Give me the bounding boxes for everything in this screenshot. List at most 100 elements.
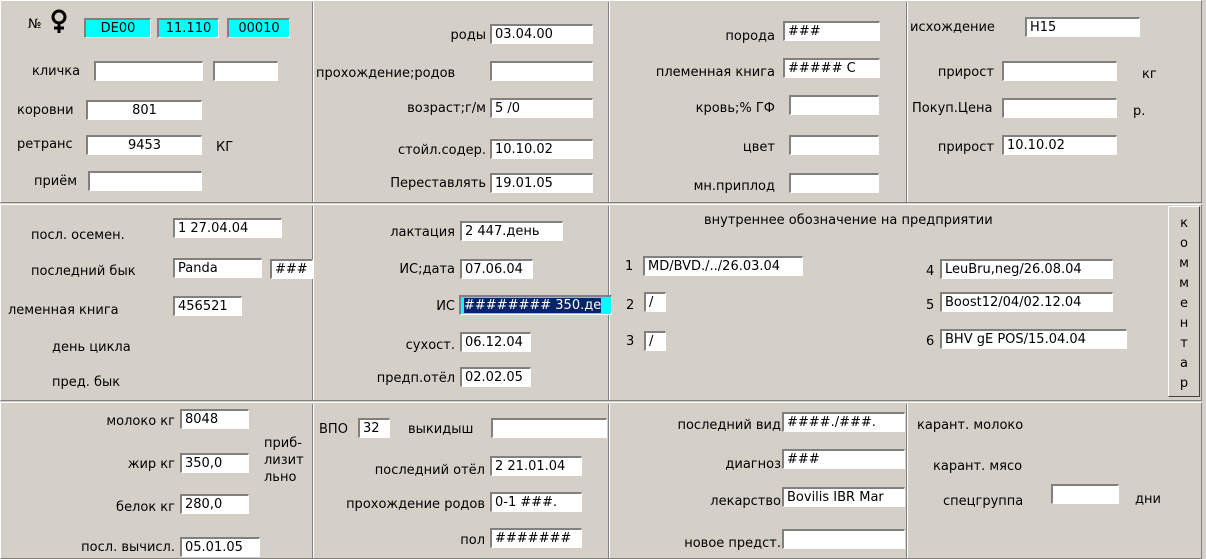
- designation-number-3: 3: [626, 334, 635, 349]
- designation-field-3[interactable]: /: [644, 331, 666, 351]
- separator: [608, 2, 610, 202]
- diagnosis-label: диагноз: [725, 457, 781, 472]
- age-label: возраст;г/м: [407, 101, 486, 116]
- expected-calving-label: предп.отёл: [376, 371, 455, 386]
- intake-label: приём: [34, 174, 78, 189]
- breed-field[interactable]: ###: [783, 21, 880, 41]
- origin-field[interactable]: Н15: [1025, 17, 1140, 37]
- calving-passage-field[interactable]: 0-1 ###.: [490, 492, 582, 512]
- price-field[interactable]: [1002, 98, 1117, 118]
- gain1-label: прирост: [937, 65, 994, 80]
- drug-field[interactable]: Bovilis IBR Mar: [782, 487, 905, 507]
- designation-field-5[interactable]: Boost12/04/02.12.04: [940, 292, 1113, 312]
- barn-label: коровни: [17, 103, 74, 118]
- female-symbol-icon: [50, 9, 68, 35]
- move-date-field[interactable]: 19.01.05: [490, 173, 593, 193]
- gain2-field[interactable]: 10.10.02: [1002, 135, 1117, 155]
- abortion-field[interactable]: [491, 418, 607, 438]
- approx-label-2: лизит: [264, 453, 304, 468]
- dry-label: сухост.: [405, 338, 455, 353]
- age-field[interactable]: 5 /0: [490, 98, 593, 118]
- last-calving-label: последний отёл: [374, 463, 485, 478]
- fat-field[interactable]: 350,0: [180, 453, 249, 473]
- comment-button[interactable]: к о м м е н т а р: [1168, 206, 1200, 397]
- calving-passage-label: прохождение родов: [346, 497, 485, 512]
- diagnosis-field[interactable]: ###: [782, 449, 905, 469]
- last-bull-field[interactable]: Panda: [173, 258, 262, 278]
- vpo-label: ВПО: [319, 422, 348, 437]
- passage-field[interactable]: [490, 61, 593, 81]
- approx-label-3: льно: [264, 470, 297, 485]
- comment-button-letter: к: [1180, 216, 1188, 231]
- color-field[interactable]: [789, 135, 879, 155]
- fat-label: жир кг: [127, 457, 175, 472]
- separator: [906, 2, 908, 202]
- last-type-label: последний вид: [677, 418, 781, 433]
- last-type-field[interactable]: ####./###.: [782, 412, 905, 432]
- herdbook2-field[interactable]: 456521: [173, 296, 242, 316]
- last-bull-label: последний бык: [31, 264, 136, 279]
- stall-date-field[interactable]: 10.10.02: [490, 139, 593, 159]
- comment-button-letter: т: [1180, 336, 1188, 351]
- designation-number-5: 5: [926, 298, 935, 313]
- dry-date-field[interactable]: 06.12.04: [460, 332, 531, 352]
- herdbook2-label: леменная книга: [8, 303, 119, 318]
- number-label: №: [28, 17, 42, 32]
- sex-label: пол: [460, 533, 485, 548]
- designation-field-2[interactable]: /: [644, 292, 666, 312]
- last-calc-label: посл. вычисл.: [81, 540, 175, 555]
- last-calc-field[interactable]: 05.01.05: [180, 537, 260, 557]
- sex-field[interactable]: #######: [490, 528, 582, 548]
- transponder-label: ретранс: [17, 137, 73, 152]
- birth-date-field[interactable]: 03.04.00: [490, 24, 593, 44]
- quarantine-milk-label: карант. молоко: [917, 418, 1024, 433]
- blood-field[interactable]: [789, 95, 879, 115]
- comment-button-letter: а: [1180, 356, 1188, 371]
- ai-date-field[interactable]: 07.06.04: [460, 259, 533, 279]
- intake-field[interactable]: [88, 171, 202, 191]
- comment-button-letter: м: [1179, 256, 1189, 271]
- move-label: Переставлять: [390, 176, 486, 191]
- breed-label: порода: [725, 29, 775, 44]
- comment-button-letter: р: [1179, 376, 1189, 391]
- herdbook-label: племенная книга: [655, 65, 775, 80]
- barn-field[interactable]: 801: [86, 100, 202, 120]
- name-field-2[interactable]: [213, 61, 278, 81]
- special-group-field[interactable]: [1051, 484, 1119, 504]
- separator: [312, 404, 314, 558]
- id-part3-field[interactable]: 00010: [227, 18, 290, 38]
- herdbook-field[interactable]: ##### С: [783, 58, 880, 78]
- milk-label: молоко кг: [106, 414, 175, 429]
- vpo-field[interactable]: 32: [358, 418, 390, 438]
- prev-bull-label: пред. бык: [52, 375, 121, 390]
- designation-field-1[interactable]: MD/BVD./../26.03.04: [643, 256, 803, 276]
- separator: [608, 404, 610, 558]
- last-calving-field[interactable]: 2 21.01.04: [490, 456, 582, 476]
- color-label: цвет: [742, 140, 775, 155]
- comment-button-letter: н: [1179, 316, 1189, 331]
- new-presentation-field[interactable]: [782, 529, 905, 549]
- blood-label: кровь;% ГФ: [695, 101, 775, 116]
- new-presentation-label: новое предст.: [684, 536, 781, 551]
- lactation-field[interactable]: 2 447.день: [460, 221, 563, 241]
- origin-label: исхождение: [910, 20, 995, 35]
- separator: [312, 206, 314, 400]
- milk-field[interactable]: 8048: [180, 409, 249, 429]
- ai-field[interactable]: ######## 350.де: [459, 295, 612, 315]
- protein-label: белок кг: [116, 500, 175, 515]
- protein-field[interactable]: 280,0: [180, 494, 249, 514]
- multi-birth-field[interactable]: [789, 173, 879, 193]
- name-field[interactable]: [94, 61, 203, 81]
- designation-number-4: 4: [926, 264, 935, 279]
- gain1-field[interactable]: [1002, 61, 1117, 81]
- separator: [312, 2, 314, 202]
- id-part2-field[interactable]: 11.110: [157, 18, 219, 38]
- stall-label: стойл.содер.: [397, 143, 486, 158]
- insemination-field[interactable]: 1 27.04.04: [173, 218, 282, 238]
- id-country-field[interactable]: DE00: [84, 18, 151, 38]
- expected-calving-field[interactable]: 02.02.05: [460, 367, 531, 387]
- last-bull-code-field[interactable]: ###: [270, 259, 313, 279]
- designation-field-6[interactable]: BHV gE POS/15.04.04: [940, 329, 1127, 349]
- transponder-field[interactable]: 9453: [86, 135, 202, 155]
- designation-field-4[interactable]: LeuBru,neg/26.08.04: [940, 259, 1113, 279]
